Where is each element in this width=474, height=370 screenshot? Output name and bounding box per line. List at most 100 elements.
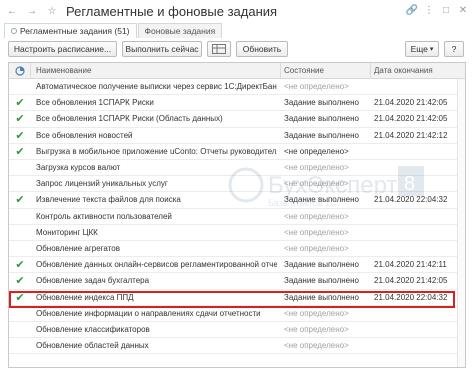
configure-schedule-button[interactable]: Настроить расписание... bbox=[8, 41, 117, 57]
job-end-date: 21.04.2020 21:42:11 bbox=[374, 260, 447, 270]
table-row[interactable]: ✔ Все обновления 1СПАРК Риски (Область да… bbox=[9, 111, 465, 128]
job-end-date bbox=[371, 322, 461, 338]
table-row[interactable]: ✔ Все обновления новостей Задание выполнен… bbox=[9, 128, 465, 144]
table-row[interactable]: Обновление областей данных <не определено… bbox=[9, 338, 465, 355]
job-end-date bbox=[371, 338, 461, 354]
table-header: Наименование Состояние Дата окончания bbox=[9, 63, 465, 79]
job-state: <не определено> bbox=[284, 227, 349, 237]
table-row[interactable]: ✔ Извлечение текста файлов для поиска Зада… bbox=[9, 192, 465, 209]
table-row[interactable]: Загрузка курсов валют <не определено> bbox=[9, 160, 465, 177]
run-now-button[interactable]: Выполнить сейчас bbox=[122, 41, 202, 57]
table-row[interactable]: Обновление информации о направлениях сда… bbox=[9, 306, 465, 322]
status-cell bbox=[9, 160, 31, 176]
job-name: Обновление классификаторов bbox=[36, 325, 150, 334]
table-row[interactable]: Автоматическое получение выписки через с… bbox=[9, 79, 465, 96]
job-name: Автоматическое получение выписки через с… bbox=[36, 82, 277, 91]
job-end-date bbox=[371, 209, 461, 225]
checkmark-icon: ✔ bbox=[15, 129, 25, 142]
checkmark-icon: ✔ bbox=[15, 291, 25, 304]
tab-scheduled-jobs[interactable]: Регламентные задания (51) bbox=[4, 23, 137, 38]
table-row[interactable]: ✔ Обновление индекса ППД Задание выполнено… bbox=[9, 290, 465, 306]
table-row[interactable]: Контроль активности пользователей <не опр… bbox=[9, 209, 465, 225]
refresh-button[interactable]: Обновить bbox=[236, 41, 288, 57]
vertical-scrollbar[interactable] bbox=[457, 79, 465, 367]
table-row[interactable]: ✔ Выгрузка в мобильное приложение uConto:… bbox=[9, 144, 465, 160]
close-icon[interactable]: ✕ bbox=[456, 3, 470, 17]
log-icon-button[interactable] bbox=[207, 41, 231, 57]
job-state: <не определено> bbox=[284, 308, 349, 318]
job-end-date: 21.04.2020 22:04:32 bbox=[374, 292, 448, 302]
job-end-date bbox=[371, 160, 461, 176]
help-button[interactable]: ? bbox=[444, 41, 464, 57]
forward-arrow-icon[interactable]: → bbox=[24, 3, 40, 19]
job-state: Задание выполнено bbox=[284, 130, 359, 140]
job-name: Обновление данных онлайн-сервисов реглам… bbox=[36, 260, 277, 270]
job-end-date bbox=[371, 241, 461, 257]
job-state: Задание выполнено bbox=[284, 292, 359, 302]
table-row[interactable]: Обновление классификаторов <не определено… bbox=[9, 322, 465, 339]
job-state: <не определено> bbox=[284, 82, 349, 91]
status-cell bbox=[9, 209, 31, 225]
job-end-date: 21.04.2020 22:04:32 bbox=[374, 195, 448, 205]
job-state: <не определено> bbox=[284, 325, 349, 334]
job-name: Контроль активности пользователей bbox=[36, 211, 172, 221]
job-state: Задание выполнено bbox=[284, 260, 359, 270]
table-row[interactable]: ✔ Обновление задач бухгалтера Задание выпо… bbox=[9, 273, 465, 290]
menu-dots-icon[interactable]: ⋮ bbox=[422, 3, 436, 17]
status-cell bbox=[9, 306, 31, 322]
job-end-date: 21.04.2020 21:42:05 bbox=[374, 276, 448, 286]
job-name: Обновление задач бухгалтера bbox=[36, 276, 150, 286]
table-row[interactable]: ✔ Обновление данных онлайн-сервисов регла… bbox=[9, 257, 465, 274]
job-state: Задание выполнено bbox=[284, 114, 359, 124]
checkmark-icon: ✔ bbox=[15, 194, 25, 207]
table-row[interactable]: Запрос лицензий уникальных услуг <не опре… bbox=[9, 176, 465, 193]
job-state: Задание выполнено bbox=[284, 98, 359, 108]
link-icon[interactable]: 🔗 bbox=[405, 3, 419, 17]
job-state: <не определено> bbox=[284, 244, 349, 253]
jobs-table: Наименование Состояние Дата окончания Ав… bbox=[8, 62, 466, 368]
job-name: Запрос лицензий уникальных услуг bbox=[36, 179, 168, 189]
name-column-header[interactable]: Наименование bbox=[33, 63, 281, 79]
tab-dot-icon bbox=[11, 28, 17, 34]
status-column-header[interactable] bbox=[9, 63, 31, 79]
table-row[interactable]: ✔ Все обновления 1СПАРК Риски Задание выпо… bbox=[9, 95, 465, 112]
job-name: Все обновления 1СПАРК Риски (Область дан… bbox=[36, 114, 223, 124]
checkmark-icon: ✔ bbox=[15, 113, 25, 126]
window-titlebar: ← → ☆ Регламентные и фоновые задания 🔗 ⋮… bbox=[0, 0, 474, 22]
tab-label: Фоновые задания bbox=[144, 25, 216, 36]
maximize-icon[interactable]: □ bbox=[439, 3, 453, 17]
job-state: <не определено> bbox=[284, 341, 349, 351]
job-name: Загрузка курсов валют bbox=[36, 163, 121, 172]
status-cell bbox=[9, 176, 31, 192]
job-end-date bbox=[371, 176, 461, 192]
job-name: Обновление областей данных bbox=[36, 341, 149, 351]
job-end-date: 21.04.2020 21:42:05 bbox=[374, 114, 448, 124]
job-name: Все обновления 1СПАРК Риски bbox=[36, 98, 154, 108]
state-column-header[interactable]: Состояние bbox=[281, 63, 371, 79]
window-controls: 🔗 ⋮ □ ✕ bbox=[402, 3, 470, 17]
job-state: <не определено> bbox=[284, 146, 349, 156]
status-cell bbox=[9, 322, 31, 338]
table-row[interactable]: Обновление агрегатов <не определено> bbox=[9, 241, 465, 258]
table-row[interactable]: Мониторинг ЦКК <не определено> bbox=[9, 225, 465, 241]
tab-label: Регламентные задания (51) bbox=[20, 25, 130, 36]
status-cell bbox=[9, 79, 31, 95]
status-clock-icon bbox=[14, 66, 25, 76]
table-icon bbox=[212, 44, 226, 54]
end-date-column-header[interactable]: Дата окончания bbox=[371, 63, 459, 79]
checkmark-icon: ✔ bbox=[15, 145, 25, 158]
more-button[interactable]: Еще ▾ bbox=[405, 41, 439, 57]
status-cell bbox=[9, 225, 31, 241]
tab-background-jobs[interactable]: Фоновые задания bbox=[137, 23, 223, 38]
job-end-date bbox=[371, 144, 461, 160]
job-state: <не определено> bbox=[284, 163, 349, 172]
back-arrow-icon[interactable]: ← bbox=[4, 3, 20, 19]
job-name: Извлечение текста файлов для поиска bbox=[36, 195, 181, 205]
job-name: Мониторинг ЦКК bbox=[36, 227, 98, 237]
status-cell bbox=[9, 338, 31, 354]
checkmark-icon: ✔ bbox=[15, 275, 25, 288]
star-icon[interactable]: ☆ bbox=[44, 3, 60, 19]
page-title: Регламентные и фоновые задания bbox=[66, 3, 278, 19]
status-cell bbox=[9, 241, 31, 257]
job-end-date: 21.04.2020 21:42:05 bbox=[374, 98, 448, 108]
